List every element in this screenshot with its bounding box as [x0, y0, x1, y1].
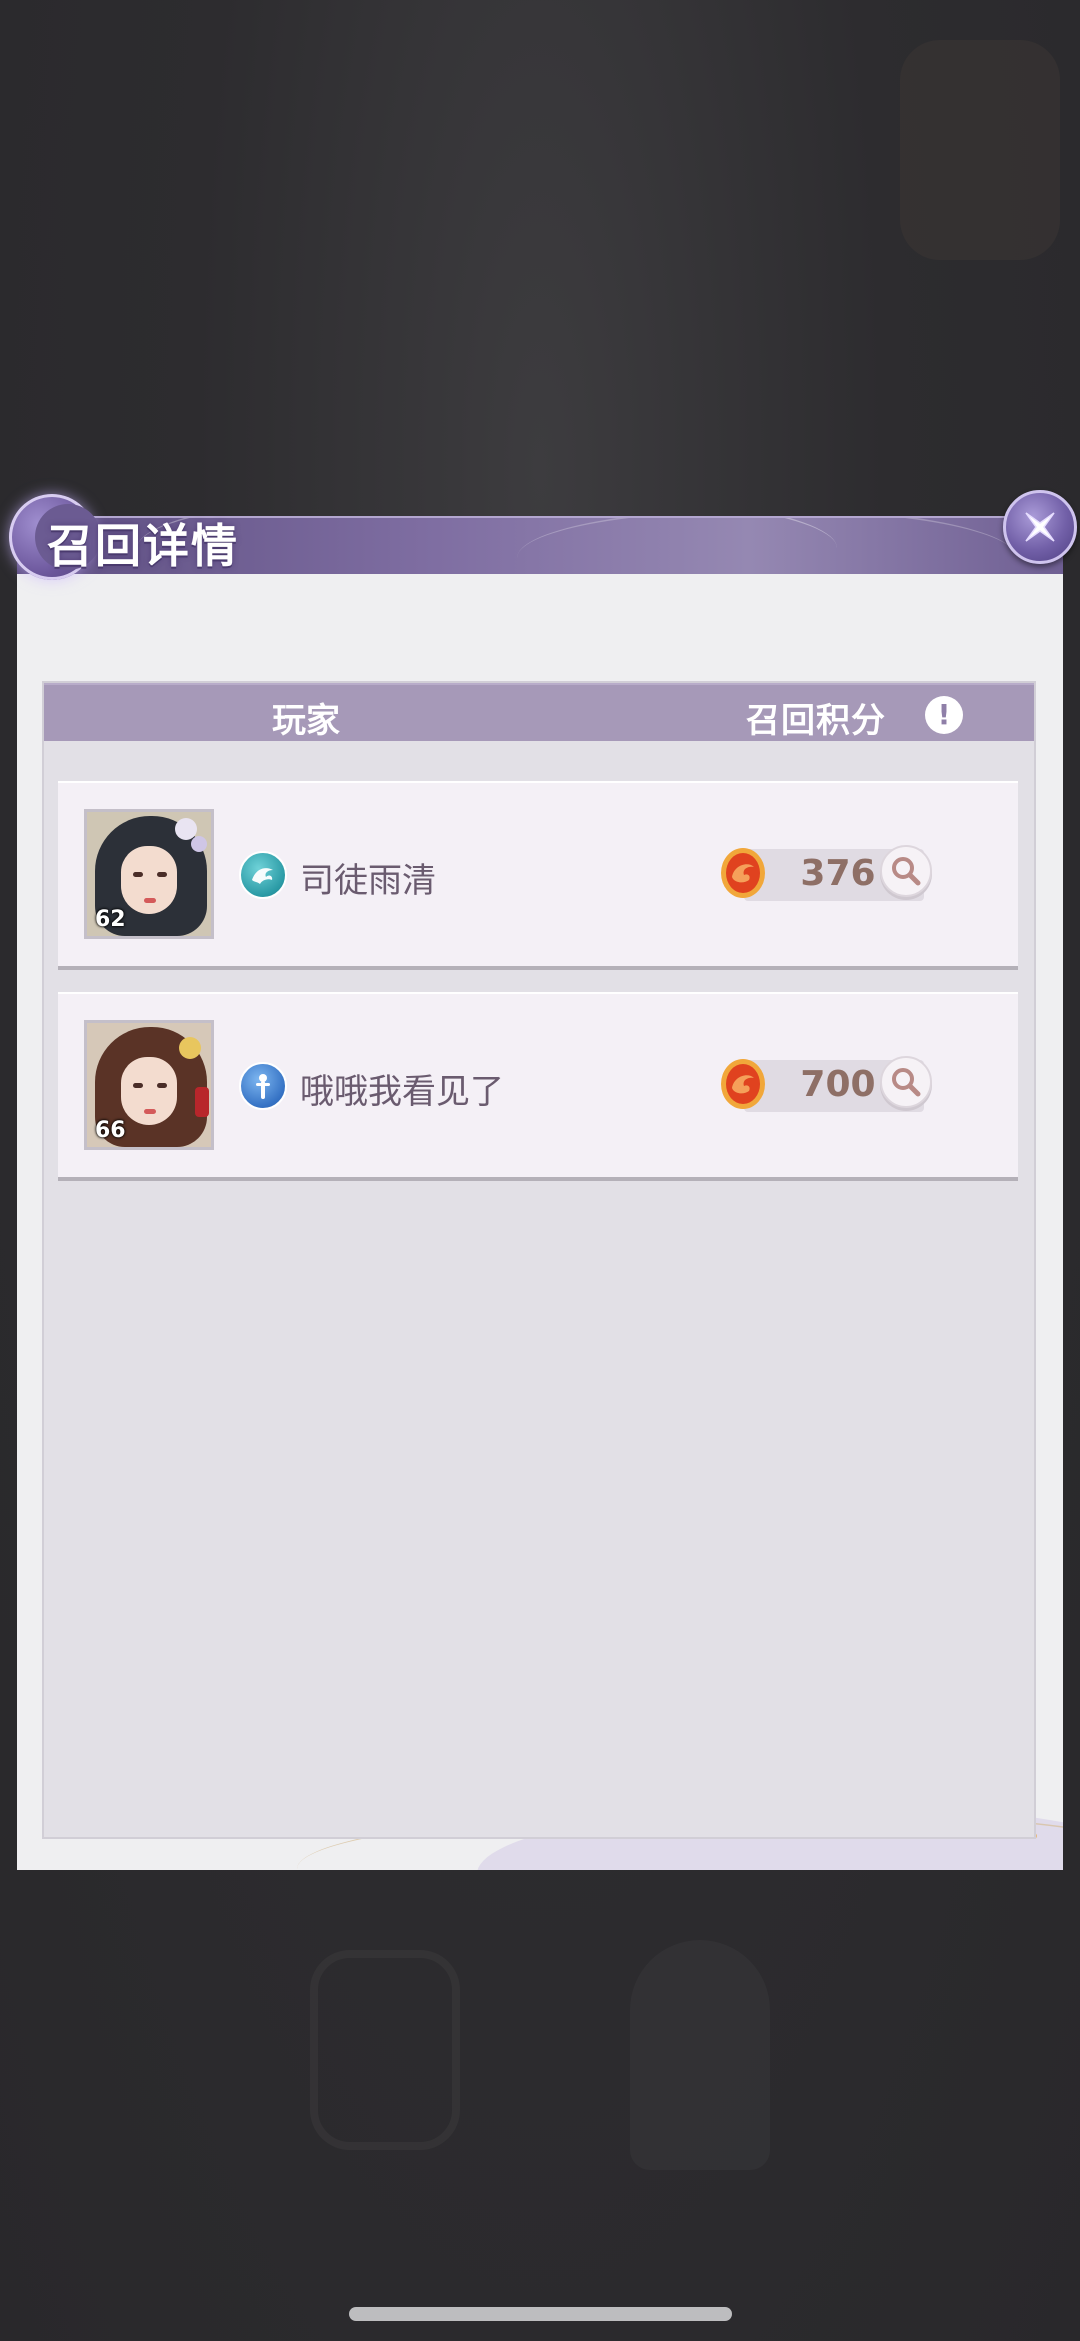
- recall-table: 玩家 召回积分 ! 62 司徒雨清 376 66 哦哦我看见了 700: [42, 681, 1036, 1839]
- recall-coin-icon: [718, 845, 768, 901]
- score-value: 376: [800, 853, 876, 894]
- view-details-button[interactable]: [880, 845, 932, 897]
- background-decoration: [900, 40, 1060, 260]
- player-name: 哦哦我看见了: [300, 1072, 504, 1112]
- close-icon: [1025, 512, 1055, 542]
- dialog-title: 召回详情: [47, 519, 239, 573]
- avatar[interactable]: 66: [84, 1020, 214, 1150]
- recall-details-dialog: 玩家 召回积分 ! 62 司徒雨清 376 66 哦哦我看见了 700 召回详情: [9, 490, 1077, 1870]
- background-decoration: [310, 1950, 460, 2150]
- table-row: 62 司徒雨清 376: [58, 781, 1018, 966]
- recall-coin-icon: [718, 1056, 768, 1112]
- magnifier-icon: [892, 1068, 921, 1097]
- player-name: 司徒雨清: [300, 861, 436, 901]
- column-header-player: 玩家: [272, 701, 340, 741]
- table-header: 玩家 召回积分 !: [44, 683, 1034, 741]
- info-icon[interactable]: !: [925, 696, 963, 734]
- magnifier-icon: [892, 857, 921, 886]
- home-indicator[interactable]: [349, 2307, 732, 2321]
- sword-class-icon: [239, 1062, 287, 1110]
- table-row: 66 哦哦我看见了 700: [58, 992, 1018, 1177]
- level-badge: 66: [95, 1118, 126, 1143]
- dialog-body: 玩家 召回积分 ! 62 司徒雨清 376 66 哦哦我看见了 700: [17, 574, 1063, 1870]
- close-button[interactable]: [1003, 490, 1077, 564]
- title-area: 召回详情: [9, 488, 309, 588]
- score-value: 700: [800, 1064, 876, 1105]
- player-list: 62 司徒雨清 376 66 哦哦我看见了 700: [58, 781, 1018, 1203]
- column-header-score: 召回积分: [746, 701, 886, 741]
- dragon-class-icon: [239, 851, 287, 899]
- view-details-button[interactable]: [880, 1056, 932, 1108]
- level-badge: 62: [95, 907, 126, 932]
- avatar[interactable]: 62: [84, 809, 214, 939]
- background-decoration: [630, 1940, 770, 2170]
